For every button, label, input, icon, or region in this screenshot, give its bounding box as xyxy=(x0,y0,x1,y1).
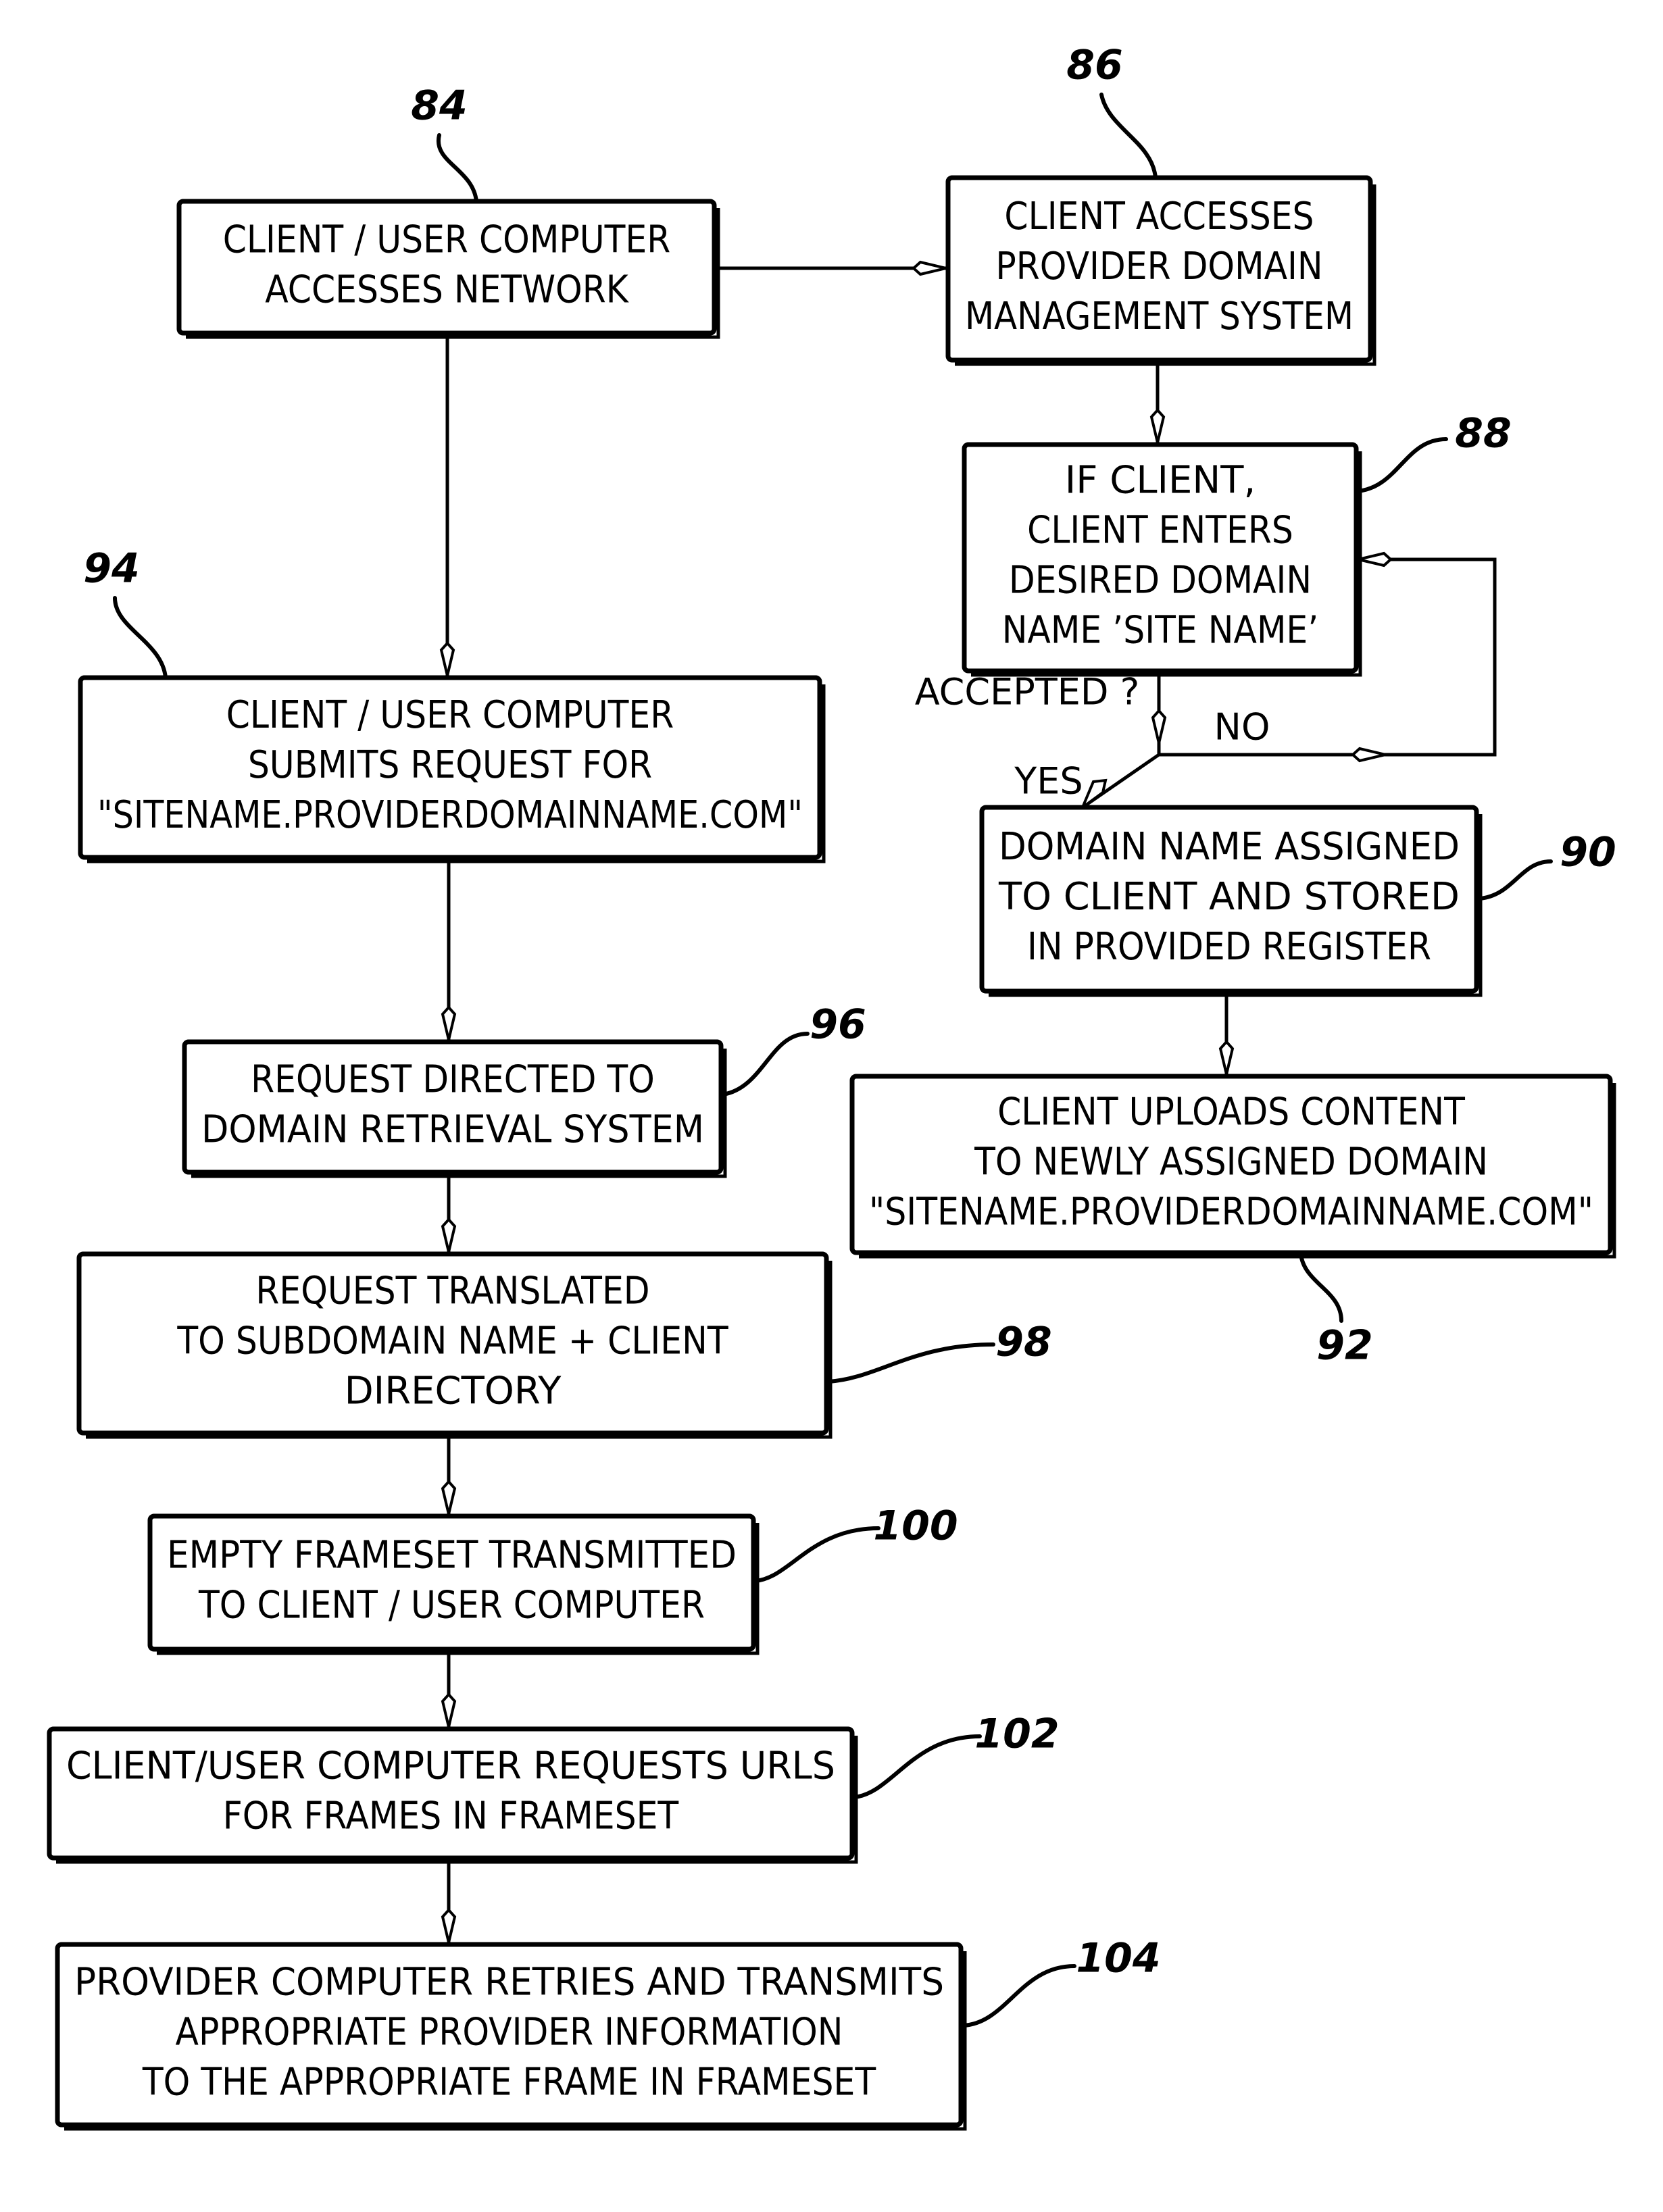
box-text-line: APPROPRIATE PROVIDER INFORMATION xyxy=(175,2011,843,2055)
box-text-line: DESIRED DOMAIN xyxy=(1009,559,1312,603)
reference-number-90: 90 xyxy=(1560,829,1616,876)
process-box-90: DOMAIN NAME ASSIGNED TO CLIENT AND STORED… xyxy=(979,805,1483,997)
process-box-102: CLIENT/USER COMPUTER REQUESTS URLS FOR FR… xyxy=(47,1726,858,1864)
box-text-line: CLIENT UPLOADS CONTENT xyxy=(997,1090,1466,1134)
box-text-line: DIRECTORY xyxy=(345,1369,562,1413)
reference-number-94: 94 xyxy=(83,545,140,593)
box-text-line: NAME ’SITE NAME’ xyxy=(1002,609,1319,653)
arrowhead-icon xyxy=(441,1692,457,1728)
box-text-line: TO THE APPROPRIATE FRAME IN FRAMESET xyxy=(142,2061,876,2105)
arrowhead-icon xyxy=(441,1480,457,1515)
reference-number-100: 100 xyxy=(873,1503,958,1550)
arrowhead-icon xyxy=(441,1908,457,1943)
process-box-86: CLIENT ACCESSES PROVIDER DOMAIN MANAGEMENT… xyxy=(945,175,1376,366)
box-text-line: DOMAIN NAME ASSIGNED xyxy=(999,825,1460,869)
leader-line-98 xyxy=(826,1342,995,1384)
box-text-line: REQUEST TRANSLATED xyxy=(255,1270,649,1313)
box-text-line: REQUEST DIRECTED TO xyxy=(251,1058,655,1102)
arrowhead-icon xyxy=(441,1005,457,1040)
decision-yes-label: YES xyxy=(1014,760,1083,803)
leader-line-102 xyxy=(852,1734,982,1799)
reference-number-98: 98 xyxy=(995,1319,1052,1366)
leader-line-86 xyxy=(1099,93,1158,180)
leader-line-88 xyxy=(1356,437,1448,493)
arrowhead-icon xyxy=(439,641,455,676)
flowchart-canvas: CLIENT / USER COMPUTERACCESSES NETWORKCL… xyxy=(47,42,1616,2131)
reference-number-92: 92 xyxy=(1316,1322,1373,1369)
arrowhead-icon xyxy=(1079,778,1108,811)
box-text-line: TO CLIENT / USER COMPUTER xyxy=(198,1584,705,1628)
arrowhead-icon xyxy=(912,260,947,276)
box-text-line: CLIENT/USER COMPUTER REQUESTS URLS xyxy=(66,1744,835,1788)
decision-question-label: ACCEPTED ? xyxy=(915,671,1140,713)
reference-number-96: 96 xyxy=(810,1001,866,1049)
box-text-line: CLIENT ACCESSES xyxy=(1004,195,1314,238)
leader-line-104 xyxy=(961,1964,1076,2028)
arrowhead-icon xyxy=(1351,747,1386,763)
process-box-104: PROVIDER COMPUTER RETRIES AND TRANSMITS A… xyxy=(55,1942,967,2131)
box-text-line: "SITENAME.PROVIDERDOMAINNAME.COM" xyxy=(97,793,803,837)
leader-line-94 xyxy=(113,596,168,680)
process-box-94: CLIENT / USER COMPUTER SUBMITS REQUEST FO… xyxy=(78,675,826,863)
reference-number-102: 102 xyxy=(974,1711,1059,1758)
arrowhead-icon xyxy=(1149,408,1166,443)
reference-number-84: 84 xyxy=(411,82,468,130)
process-box-92: CLIENT UPLOADS CONTENT TO NEWLY ASSIGNED … xyxy=(849,1074,1616,1259)
decision-no-label: NO xyxy=(1214,706,1270,749)
box-text-line: TO NEWLY ASSIGNED DOMAIN xyxy=(974,1140,1488,1184)
box-text-line: TO SUBDOMAIN NAME + CLIENT xyxy=(176,1319,728,1363)
box-text-line: CLIENT / USER COMPUTER xyxy=(226,693,674,737)
leader-line-96 xyxy=(721,1032,810,1097)
box-text-line: CLIENT / USER COMPUTER xyxy=(223,218,671,262)
process-box-98: REQUEST TRANSLATED TO SUBDOMAIN NAME + CL… xyxy=(76,1251,833,1439)
leader-line-100 xyxy=(753,1526,880,1583)
process-box-100: EMPTY FRAMESET TRANSMITTED TO CLIENT / US… xyxy=(147,1513,760,1655)
box-text-line: EMPTY FRAMESET TRANSMITTED xyxy=(167,1534,737,1578)
arrowhead-icon xyxy=(1218,1040,1235,1075)
box-text-line: IF CLIENT, xyxy=(1065,459,1256,503)
box-text-line: IN PROVIDED REGISTER xyxy=(1027,925,1431,969)
box-text-line: "SITENAME.PROVIDERDOMAINNAME.COM" xyxy=(869,1190,1593,1234)
arrowhead-icon xyxy=(1358,551,1393,568)
leader-line-90 xyxy=(1478,859,1553,901)
leader-line-92 xyxy=(1299,1252,1343,1323)
box-text-line: PROVIDER COMPUTER RETRIES AND TRANSMITS xyxy=(74,1961,944,2005)
box-text-line: DOMAIN RETRIEVAL SYSTEM xyxy=(201,1108,704,1152)
box-text-line: PROVIDER DOMAIN xyxy=(995,245,1322,288)
box-text-line: SUBMITS REQUEST FOR xyxy=(248,743,652,787)
reference-number-104: 104 xyxy=(1076,1935,1160,1982)
box-text-line: MANAGEMENT SYSTEM xyxy=(965,295,1354,338)
box-text-line: TO CLIENT AND STORED xyxy=(998,875,1460,919)
process-box-88: IF CLIENT, CLIENT ENTERS DESIRED DOMAIN NAM… xyxy=(962,442,1362,677)
arrowhead-icon xyxy=(1151,709,1167,744)
leader-line-84 xyxy=(436,133,478,203)
box-text-line: CLIENT ENTERS xyxy=(1027,509,1293,553)
arrowhead-icon xyxy=(441,1217,457,1253)
reference-number-86: 86 xyxy=(1066,42,1123,89)
process-boxes: CLIENT / USER COMPUTERACCESSES NETWORKCL… xyxy=(47,175,1616,2131)
box-text-line: ACCESSES NETWORK xyxy=(265,268,629,312)
process-box-96: REQUEST DIRECTED TO DOMAIN RETRIEVAL SYST… xyxy=(182,1039,727,1178)
box-text-line: FOR FRAMES IN FRAMESET xyxy=(223,1794,679,1838)
reference-number-88: 88 xyxy=(1455,410,1512,457)
process-box-84: CLIENT / USER COMPUTER ACCESSES NETWORK xyxy=(176,199,720,339)
